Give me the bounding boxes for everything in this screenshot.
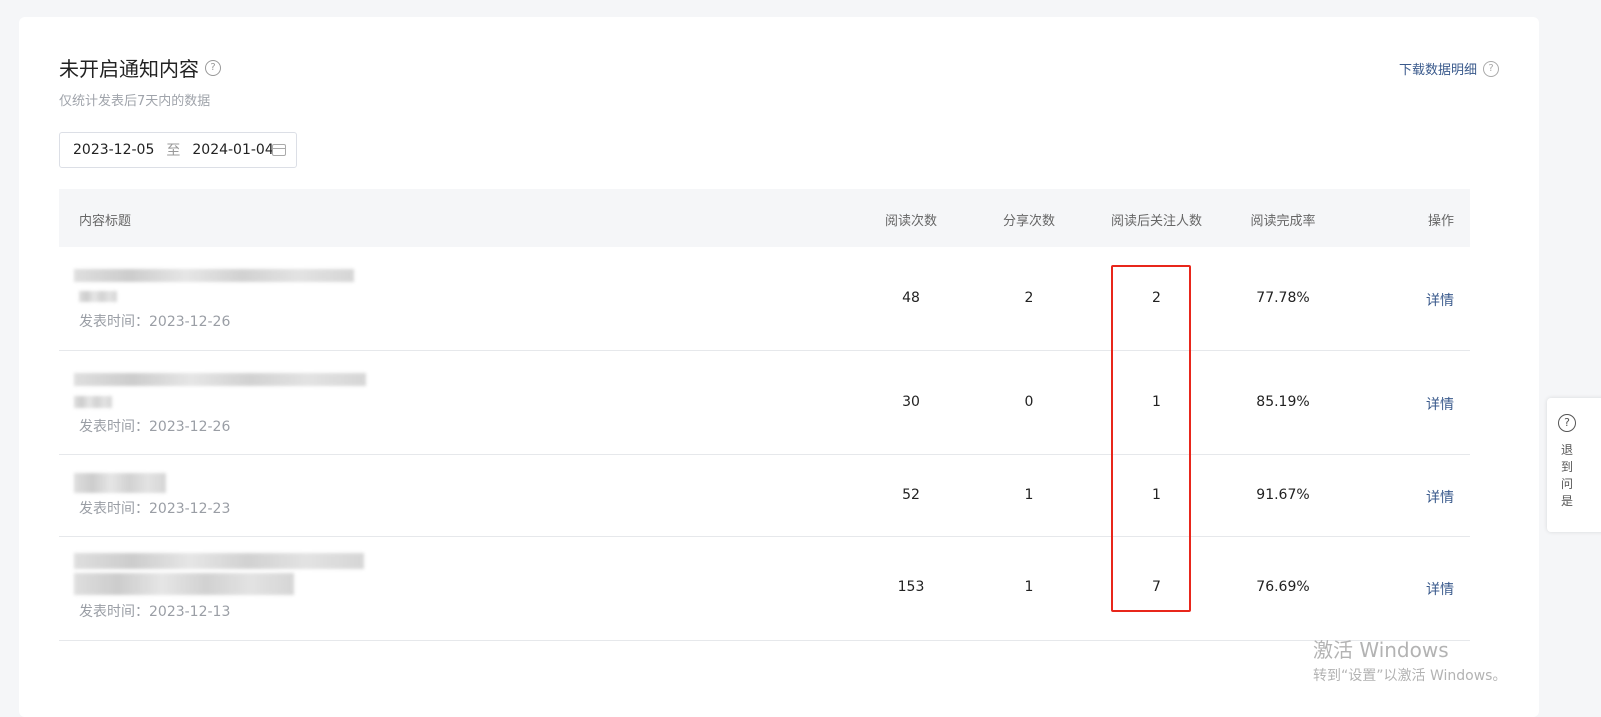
publish-time: 发表时间：2023-12-26 <box>79 314 231 330</box>
windows-activation-watermark: 激活 Windows 转到“设置”以激活 Windows。 <box>1313 634 1506 685</box>
shares-value: 0 <box>1024 394 1034 410</box>
watermark-line2: 转到“设置”以激活 Windows。 <box>1313 668 1507 684</box>
redacted-title <box>74 473 166 493</box>
col-reads: 阅读次数 <box>884 214 937 229</box>
completion-value: 76.69% <box>1256 579 1310 595</box>
redacted-title <box>74 396 112 408</box>
section-title: 未开启通知内容 ? <box>59 53 221 82</box>
feedback-line: 问 <box>1561 477 1574 491</box>
feedback-line: 到 <box>1561 460 1574 474</box>
download-help-icon[interactable]: ? <box>1483 60 1499 77</box>
completion-value: 77.78% <box>1256 290 1310 306</box>
redacted-title <box>74 373 366 386</box>
publish-time: 发表时间：2023-12-23 <box>79 501 231 517</box>
table-row: 发表时间：2023-12-13 153 1 7 76.69% 详情 <box>59 537 1470 641</box>
publish-time: 发表时间：2023-12-13 <box>79 604 231 620</box>
detail-link[interactable]: 详情 <box>1404 290 1454 310</box>
reads-value: 52 <box>902 487 920 503</box>
publish-time: 发表时间：2023-12-26 <box>79 419 231 435</box>
help-icon[interactable]: ? <box>205 59 221 76</box>
redacted-title <box>74 553 364 569</box>
reads-value: 153 <box>897 579 925 595</box>
table-row: 发表时间：2023-12-23 52 1 1 91.67% 详情 <box>59 455 1470 537</box>
table-row: 发表时间：2023-12-26 48 2 2 77.78% 详情 <box>59 247 1470 351</box>
feedback-line: 退 <box>1561 443 1574 457</box>
feedback-help-icon[interactable]: ? <box>1558 414 1576 432</box>
content-card: 未开启通知内容 ? 仅统计发表后7天内的数据 下载数据明细 ? 2023-12-… <box>19 17 1539 717</box>
date-separator: 至 <box>166 143 181 159</box>
col-completion: 阅读完成率 <box>1250 214 1316 229</box>
completion-value: 91.67% <box>1256 487 1310 503</box>
watermark-line1: 激活 Windows <box>1313 638 1449 662</box>
table-header: 内容标题 阅读次数 分享次数 阅读后关注人数 阅读完成率 操作 <box>59 189 1470 247</box>
calendar-icon[interactable] <box>272 144 286 156</box>
col-shares: 分享次数 <box>1002 214 1055 229</box>
detail-link[interactable]: 详情 <box>1404 487 1454 507</box>
col-title: 内容标题 <box>79 214 132 229</box>
feedback-text: 退 到 问 是 <box>1561 442 1573 510</box>
shares-value: 1 <box>1024 579 1034 595</box>
follows-highlight-box <box>1111 265 1191 612</box>
download-data-label[interactable]: 下载数据明细 <box>1399 59 1477 78</box>
date-range-picker[interactable]: 2023-12-05 至 2024-01-04 <box>59 132 297 168</box>
col-follows: 阅读后关注人数 <box>1110 214 1202 229</box>
table-row: 发表时间：2023-12-26 30 0 1 85.19% 详情 <box>59 351 1470 455</box>
content-table: 内容标题 阅读次数 分享次数 阅读后关注人数 阅读完成率 操作 发表时间：202… <box>59 189 1470 641</box>
section-title-text: 未开启通知内容 <box>59 57 199 81</box>
date-start[interactable]: 2023-12-05 <box>73 142 154 158</box>
feedback-side-widget[interactable]: ? 退 到 问 是 <box>1547 398 1601 532</box>
shares-value: 2 <box>1024 290 1034 306</box>
download-data-link[interactable]: 下载数据明细 ? <box>1399 59 1499 78</box>
completion-value: 85.19% <box>1256 394 1310 410</box>
reads-value: 30 <box>902 394 920 410</box>
shares-value: 1 <box>1024 487 1034 503</box>
date-end[interactable]: 2024-01-04 <box>192 142 273 158</box>
reads-value: 48 <box>902 290 920 306</box>
detail-link[interactable]: 详情 <box>1404 394 1454 414</box>
redacted-title <box>79 291 117 302</box>
section-subtitle: 仅统计发表后7天内的数据 <box>59 94 211 109</box>
redacted-title <box>74 573 294 595</box>
col-action: 操作 <box>1427 214 1454 229</box>
redacted-title <box>74 269 354 282</box>
feedback-line: 是 <box>1561 494 1574 508</box>
detail-link[interactable]: 详情 <box>1404 579 1454 599</box>
